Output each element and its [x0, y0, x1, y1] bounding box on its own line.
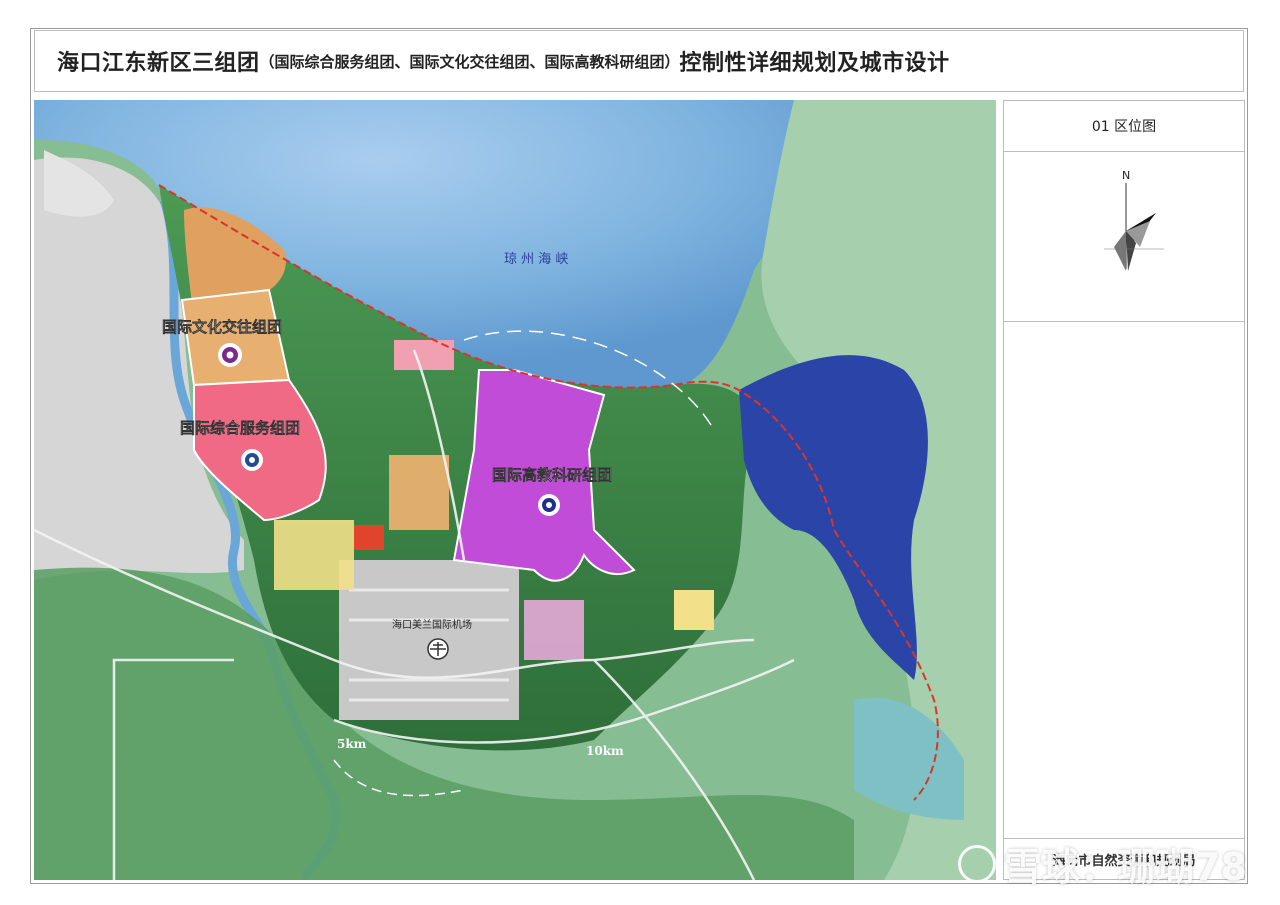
map-canvas: 琼 州 海 峡 国际文化交往组团 国际综合服务组团 国际高教科研组团 海口美兰国… [34, 100, 996, 880]
airport-area [339, 560, 519, 720]
sea-label: 琼 州 海 峡 [504, 252, 568, 267]
ring-10km-label: 10km [586, 744, 624, 758]
block-red [354, 525, 384, 550]
watermark-logo-icon [958, 844, 996, 883]
page-title-suffix: 控制性详细规划及城市设计 [679, 51, 950, 76]
block-pink [524, 600, 584, 660]
cultural-cluster [180, 288, 291, 387]
title-bar: 海口江东新区三组团 （国际综合服务组团、国际文化交往组团、国际高教科研组团） 控… [34, 30, 1244, 92]
drawing-title: 01 区位图 [1004, 101, 1244, 152]
location-map: 琼 州 海 峡 国际文化交往组团 国际综合服务组团 国际高教科研组团 海口美兰国… [34, 100, 996, 880]
block-orange [389, 455, 449, 530]
page-title: 海口江东新区三组团 [57, 51, 260, 76]
research-cluster-label: 国际高教科研组团 [492, 466, 612, 484]
service-cluster-marker [241, 449, 263, 471]
watermark-text: 雪球：珊瑚78 [1004, 845, 1247, 889]
cultural-cluster-label: 国际文化交往组团 [162, 318, 282, 336]
page-subtitle: （国际综合服务组团、国际文化交往组团、国际高教科研组团） [259, 52, 680, 71]
cultural-cluster-marker [218, 343, 242, 367]
watermark: 雪球：珊瑚78 [958, 836, 1247, 891]
ring-5km-label: 5km [337, 737, 367, 751]
research-cluster-marker [538, 494, 560, 516]
service-cluster-label: 国际综合服务组团 [180, 419, 300, 437]
legend-sidebar: 01 区位图 N 海口市自然资源和规划局 [1003, 100, 1245, 880]
block-yellow [274, 520, 354, 590]
north-label: N [1122, 169, 1130, 182]
airport-label: 海口美兰国际机场 [392, 618, 472, 631]
block-yellow-east [674, 590, 714, 630]
north-arrow-panel: N [1004, 151, 1244, 322]
north-arrow-icon: N [1104, 169, 1164, 271]
